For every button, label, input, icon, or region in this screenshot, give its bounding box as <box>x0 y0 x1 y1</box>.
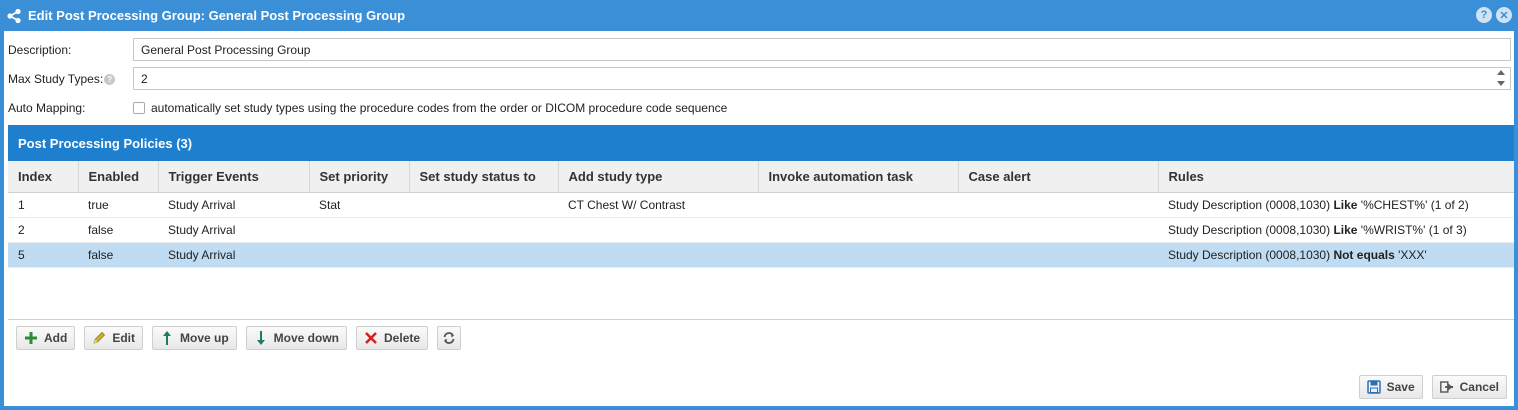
column-header-invoke-automation-task[interactable]: Invoke automation task <box>758 161 959 193</box>
rule-prefix: Study Description (0008,1030) <box>1168 222 1334 237</box>
auto-mapping-text: automatically set study types using the … <box>151 101 728 115</box>
column-header-index[interactable]: Index <box>8 161 79 193</box>
move-up-button[interactable]: Move up <box>152 326 237 350</box>
save-button[interactable]: Save <box>1358 375 1423 399</box>
save-button-label: Save <box>1386 380 1415 394</box>
rule-operator: Not equals <box>1333 247 1395 262</box>
cell-index: 1 <box>8 192 78 218</box>
cell-study-type <box>558 217 758 243</box>
rule-prefix: Study Description (0008,1030) <box>1168 247 1334 262</box>
add-button-label: Add <box>44 331 68 345</box>
column-header-trigger-events[interactable]: Trigger Events <box>158 161 310 193</box>
policies-panel: Post Processing Policies (3) Index Enabl… <box>8 125 1514 405</box>
max-study-types-label-wrap: Max Study Types: ? <box>8 72 133 86</box>
floppy-disk-icon <box>1366 380 1381 394</box>
help-icon[interactable]: ? <box>1476 7 1492 23</box>
max-study-types-field <box>133 67 1511 90</box>
rule-suffix: '%CHEST%' (1 of 2) <box>1357 197 1469 212</box>
cell-study-type <box>558 242 758 268</box>
cell-status <box>409 242 558 268</box>
table-row-selected[interactable]: 5 false Study Arrival Study Description … <box>8 242 1514 268</box>
refresh-button[interactable] <box>437 326 462 350</box>
cell-status <box>409 192 558 218</box>
spinner-down-icon[interactable] <box>1497 81 1505 86</box>
delete-button-label: Delete <box>384 331 421 345</box>
cell-rules: Study Description (0008,1030) Not equals… <box>1158 242 1514 268</box>
edit-dialog: Edit Post Processing Group: General Post… <box>0 0 1518 410</box>
column-header-set-priority[interactable]: Set priority <box>309 161 410 193</box>
cell-task <box>758 242 958 268</box>
edit-button-label: Edit <box>112 331 135 345</box>
cell-index: 2 <box>8 217 78 243</box>
spinner-up-icon[interactable] <box>1497 70 1505 75</box>
cancel-button[interactable]: Cancel <box>1431 375 1507 399</box>
table-row[interactable]: 2 false Study Arrival Study Description … <box>8 217 1514 243</box>
rule-prefix: Study Description (0008,1030) <box>1168 197 1334 212</box>
close-icon[interactable]: ✕ <box>1496 7 1512 23</box>
policies-header: Post Processing Policies (3) <box>8 125 1514 161</box>
delete-button[interactable]: Delete <box>356 326 429 350</box>
table-row[interactable]: 1 true Study Arrival Stat CT Chest W/ Co… <box>8 192 1514 218</box>
max-study-types-label: Max Study Types: <box>8 72 104 86</box>
cell-priority: Stat <box>309 192 409 218</box>
cell-enabled: false <box>78 242 158 268</box>
cell-alert <box>958 217 1158 243</box>
max-study-types-row: Max Study Types: ? <box>8 67 133 91</box>
policies-toolbar: Add Edit Move up Move down Delete <box>8 319 1514 350</box>
auto-mapping-checkbox[interactable] <box>133 102 145 114</box>
arrow-up-icon <box>160 331 174 345</box>
cell-enabled: true <box>78 192 158 218</box>
rule-suffix: '%WRIST%' (1 of 3) <box>1357 222 1467 237</box>
help-question-icon[interactable]: ? <box>104 73 116 85</box>
column-header-case-alert[interactable]: Case alert <box>958 161 1159 193</box>
dialog-title: Edit Post Processing Group: General Post… <box>28 8 406 23</box>
rule-suffix: 'XXX' <box>1394 247 1427 262</box>
arrow-down-icon <box>254 331 268 345</box>
cell-task <box>758 192 958 218</box>
move-down-button[interactable]: Move down <box>245 326 348 350</box>
delete-x-icon <box>364 331 378 345</box>
cell-rules: Study Description (0008,1030) Like '%CHE… <box>1158 192 1514 218</box>
title-bar[interactable]: Edit Post Processing Group: General Post… <box>0 0 1518 31</box>
move-up-button-label: Move up <box>180 331 229 345</box>
cell-rules: Study Description (0008,1030) Like '%WRI… <box>1158 217 1514 243</box>
rule-operator: Like <box>1333 222 1358 237</box>
auto-mapping-label: Auto Mapping: <box>8 101 86 115</box>
sign-out-icon <box>1439 380 1454 394</box>
auto-mapping-row: Auto Mapping: automatically set study ty… <box>8 96 727 120</box>
cell-alert <box>958 242 1158 268</box>
column-header-rules[interactable]: Rules <box>1158 161 1514 193</box>
plus-icon <box>24 331 38 345</box>
add-button[interactable]: Add <box>16 326 76 350</box>
cell-alert <box>958 192 1158 218</box>
cancel-button-label: Cancel <box>1459 380 1499 394</box>
move-down-button-label: Move down <box>273 331 340 345</box>
cell-priority <box>309 217 409 243</box>
rule-operator: Like <box>1333 197 1358 212</box>
table-header-row: Index Enabled Trigger Events Set priorit… <box>8 161 1514 193</box>
share-nodes-icon <box>6 8 22 24</box>
description-row: Description: <box>8 38 133 62</box>
cell-trigger: Study Arrival <box>158 242 309 268</box>
cell-status <box>409 217 558 243</box>
dialog-footer: Save Cancel <box>1358 375 1507 399</box>
cell-index: 5 <box>8 242 78 268</box>
column-header-set-study-status[interactable]: Set study status to <box>409 161 559 193</box>
column-header-add-study-type[interactable]: Add study type <box>558 161 759 193</box>
cell-task <box>758 217 958 243</box>
description-label: Description: <box>8 43 72 57</box>
edit-button[interactable]: Edit <box>84 326 143 350</box>
pencil-icon <box>92 331 106 345</box>
cell-trigger: Study Arrival <box>158 192 309 218</box>
column-header-enabled[interactable]: Enabled <box>78 161 159 193</box>
cell-enabled: false <box>78 217 158 243</box>
cell-study-type: CT Chest W/ Contrast <box>558 192 758 218</box>
spinner-arrows-icon[interactable] <box>1497 70 1505 86</box>
cell-priority <box>309 242 409 268</box>
cell-trigger: Study Arrival <box>158 217 309 243</box>
refresh-icon <box>442 331 456 345</box>
max-study-types-input[interactable] <box>133 67 1511 90</box>
policies-table: Index Enabled Trigger Events Set priorit… <box>8 161 1514 268</box>
description-input[interactable] <box>133 38 1511 61</box>
